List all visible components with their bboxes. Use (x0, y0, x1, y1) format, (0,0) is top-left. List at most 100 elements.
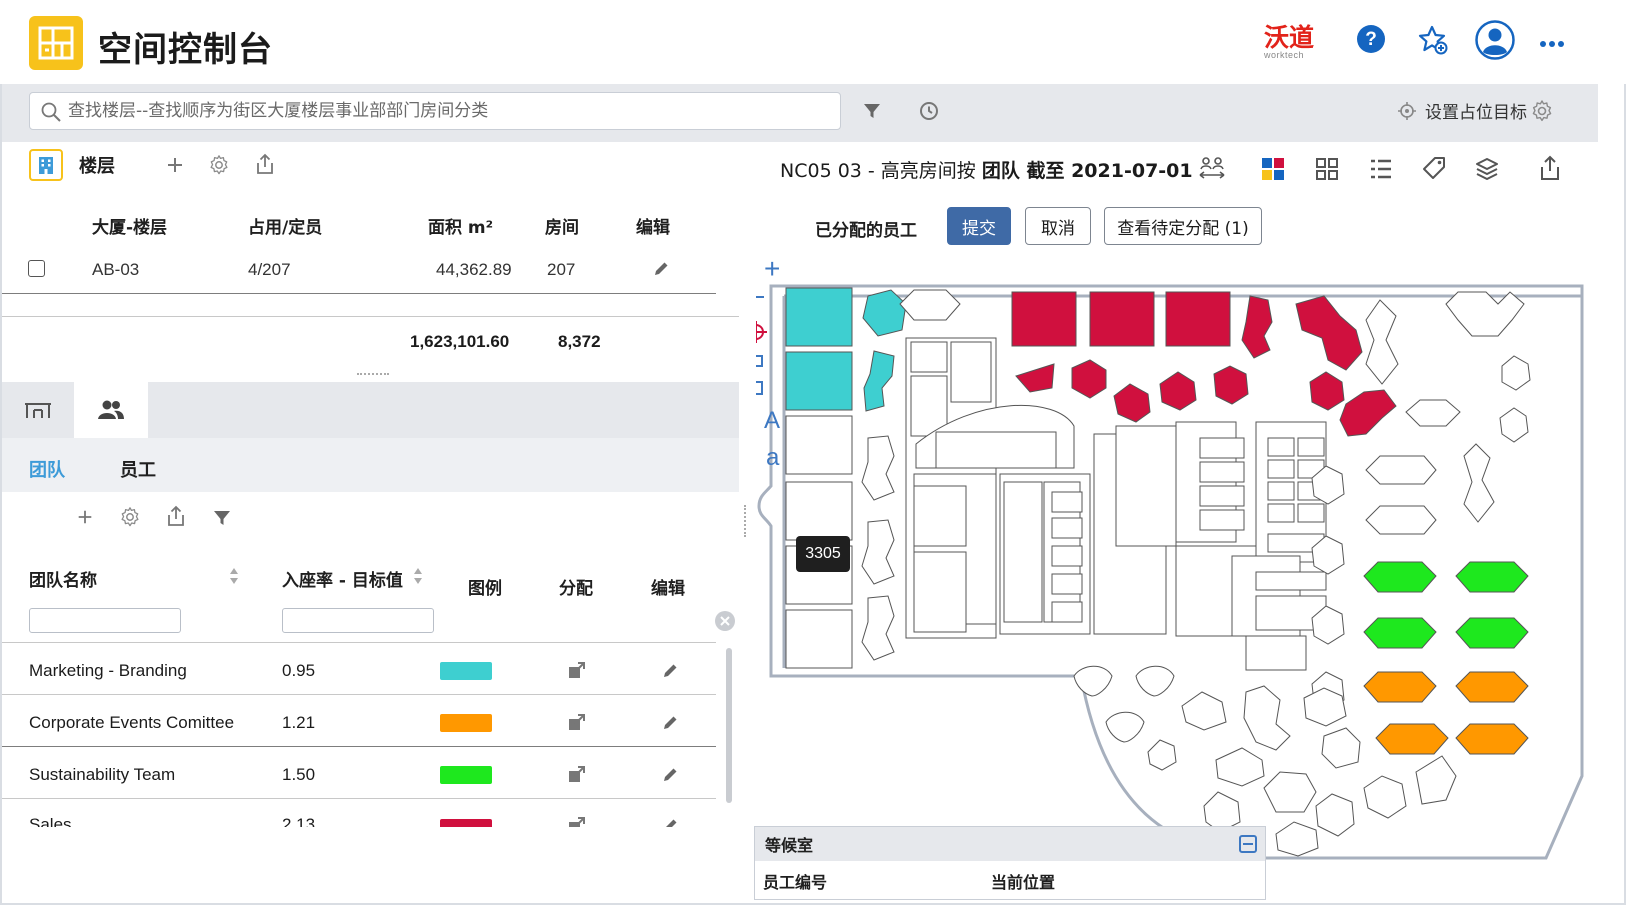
room[interactable] (1365, 505, 1437, 535)
room[interactable] (913, 485, 967, 547)
occupancy-filter-input[interactable] (282, 608, 434, 633)
teams-filter-icon[interactable] (212, 508, 232, 533)
vertical-resize-handle[interactable] (744, 505, 748, 537)
col-building-floor[interactable]: 大厦-楼层 (92, 213, 167, 238)
room-orange[interactable] (1363, 671, 1437, 703)
add-floor-icon[interactable] (165, 155, 185, 180)
collapse-icon[interactable] (1239, 835, 1257, 853)
text-tool-upper[interactable]: A (764, 407, 780, 435)
room[interactable] (1267, 437, 1295, 457)
tab-rooms[interactable] (2, 382, 74, 438)
room[interactable] (1199, 437, 1245, 459)
plan-export-icon[interactable] (1539, 155, 1561, 186)
room[interactable] (1267, 459, 1295, 479)
col-team-name[interactable]: 团队名称 (29, 566, 97, 591)
col-area[interactable]: 面积 m² (428, 213, 493, 238)
room[interactable] (1003, 481, 1043, 623)
col-occupancy-target[interactable]: 入座率 - 目标值 (282, 566, 403, 591)
teams-settings-icon[interactable] (119, 506, 141, 533)
room[interactable] (785, 609, 853, 669)
teams-scrollbar[interactable] (726, 648, 732, 803)
col-rooms[interactable]: 房间 (545, 213, 579, 238)
room[interactable] (1115, 425, 1177, 547)
assign-arrow-icon[interactable] (568, 816, 586, 827)
room-green[interactable] (1455, 561, 1529, 593)
color-grid-icon[interactable] (1261, 157, 1285, 186)
room[interactable] (1199, 509, 1245, 531)
settings-gear-icon[interactable] (1530, 99, 1554, 128)
team-row-clipped[interactable]: Sales 2.13 (0, 799, 720, 827)
favorite-add-icon[interactable] (1417, 24, 1449, 61)
tag-icon[interactable] (1422, 156, 1446, 187)
assign-arrow-icon[interactable] (568, 765, 586, 788)
sort-team-name-icon[interactable] (228, 566, 240, 591)
room[interactable] (1245, 635, 1307, 671)
room[interactable] (1051, 491, 1083, 513)
room-teal[interactable] (785, 351, 853, 411)
col-current-location[interactable]: 当前位置 (991, 869, 1055, 893)
room[interactable] (1297, 503, 1325, 523)
room[interactable] (1051, 601, 1083, 623)
select-box-icon[interactable] (756, 355, 763, 367)
room[interactable] (913, 551, 967, 633)
layers-icon[interactable] (1474, 156, 1500, 187)
locate-icon[interactable] (756, 321, 767, 343)
swap-people-icon[interactable] (1197, 156, 1227, 187)
tab-people[interactable] (74, 382, 148, 438)
teams-export-icon[interactable] (166, 505, 186, 532)
floor-row-checkbox[interactable] (28, 260, 45, 277)
room-orange[interactable] (1455, 723, 1529, 755)
help-icon[interactable]: ? (1356, 24, 1386, 59)
team-name-filter-input[interactable] (29, 608, 181, 633)
col-employee-id[interactable]: 员工编号 (763, 869, 827, 893)
occupancy-target-button[interactable]: 设置占位目标 (1397, 98, 1527, 123)
room-orange[interactable] (1375, 723, 1449, 755)
floor-plan-map[interactable] (756, 256, 1608, 872)
search-input[interactable] (68, 98, 828, 124)
room-green[interactable] (1455, 617, 1529, 649)
grid-view-icon[interactable] (1315, 157, 1339, 186)
filter-icon[interactable] (862, 101, 882, 126)
team-edit-pencil-icon[interactable] (661, 714, 679, 737)
room[interactable] (935, 431, 1057, 469)
room-teal[interactable] (785, 287, 853, 347)
room[interactable] (1255, 571, 1327, 591)
room[interactable] (1199, 485, 1245, 507)
text-tool-lower[interactable]: a (766, 444, 779, 472)
room[interactable] (1297, 437, 1325, 457)
team-edit-pencil-icon[interactable] (661, 817, 679, 827)
more-options-icon[interactable] (1538, 32, 1566, 61)
floors-export-icon[interactable] (255, 153, 275, 180)
subtab-employees[interactable]: 员工 (120, 456, 156, 482)
assign-arrow-icon[interactable] (568, 661, 586, 684)
room-crimson[interactable] (1011, 291, 1077, 347)
room-crimson[interactable] (1165, 291, 1231, 347)
room[interactable] (1199, 461, 1245, 483)
room[interactable] (950, 341, 992, 403)
col-occupancy[interactable]: 占用/定员 (248, 213, 322, 238)
assign-arrow-icon[interactable] (568, 713, 586, 736)
room-green[interactable] (1363, 561, 1437, 593)
clear-filters-icon[interactable] (714, 610, 736, 637)
add-team-icon[interactable] (76, 508, 94, 531)
panel-resize-handle[interactable] (357, 373, 389, 377)
history-clock-icon[interactable] (918, 100, 940, 127)
room-green[interactable] (1363, 617, 1437, 649)
room[interactable] (1365, 455, 1437, 485)
room[interactable] (1051, 545, 1083, 567)
multi-select-icon[interactable] (756, 381, 763, 395)
view-pending-button[interactable]: 查看待定分配 (1) (1104, 207, 1262, 245)
room-crimson[interactable] (1089, 291, 1155, 347)
room[interactable] (1051, 573, 1083, 595)
floor-edit-pencil-icon[interactable] (652, 260, 670, 283)
room[interactable] (1051, 517, 1083, 539)
floors-settings-icon[interactable] (208, 154, 230, 181)
room[interactable] (785, 481, 853, 541)
sort-occupancy-icon[interactable] (412, 566, 424, 591)
user-avatar-icon[interactable] (1475, 20, 1515, 65)
room[interactable] (910, 341, 948, 373)
submit-button[interactable]: 提交 (947, 207, 1011, 245)
team-edit-pencil-icon[interactable] (661, 766, 679, 789)
room[interactable] (1267, 481, 1295, 501)
cancel-button[interactable]: 取消 (1025, 207, 1091, 245)
